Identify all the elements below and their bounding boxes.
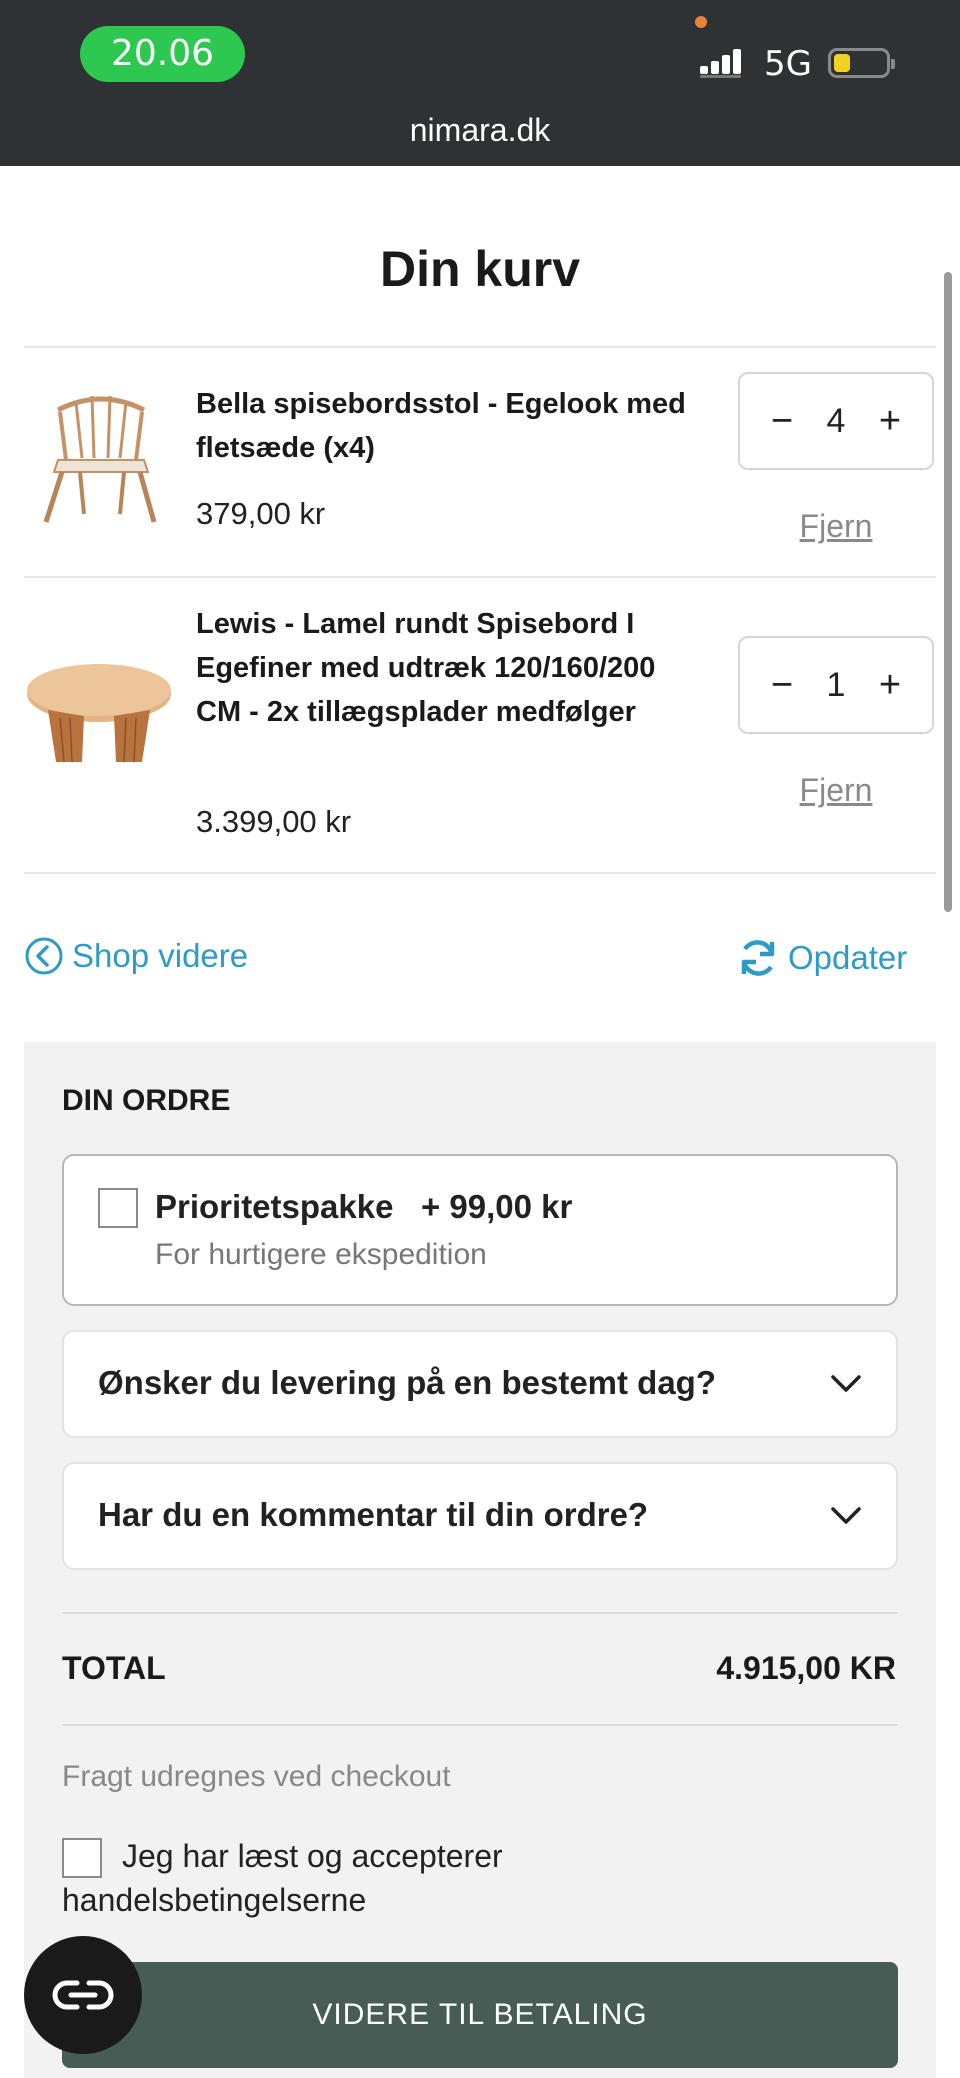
divider: [24, 346, 936, 348]
decrease-button[interactable]: −: [764, 400, 800, 443]
priority-price: + 99,00 kr: [420, 1188, 573, 1225]
priority-subtitle: For hurtigere ekspedition: [155, 1238, 487, 1271]
product-price: 379,00 kr: [196, 496, 326, 531]
chat-widget-icon: [52, 1980, 114, 2010]
page-scrollbar[interactable]: [944, 272, 952, 912]
privacy-indicator-dot: [695, 16, 707, 28]
quantity-value: 1: [826, 665, 846, 704]
order-comment-label[interactable]: Har du en kommentar til din ordre?: [98, 1496, 648, 1534]
remove-link[interactable]: Fjern: [738, 772, 934, 809]
signal-icon: [700, 49, 741, 78]
chevron-down-icon[interactable]: [830, 1506, 862, 1526]
table-icon[interactable]: [24, 660, 174, 770]
chair-icon[interactable]: [36, 380, 166, 530]
network-type: 5G: [764, 44, 812, 84]
product-price: 3.399,00 kr: [196, 804, 352, 839]
divider: [24, 576, 936, 578]
divider: [62, 1724, 898, 1726]
chevron-down-icon[interactable]: [830, 1374, 862, 1394]
terms-label[interactable]: Jeg har læst og accepterer handelsbeting…: [62, 1834, 762, 1922]
chat-widget-button[interactable]: [24, 1936, 142, 2054]
quantity-stepper[interactable]: − 1 +: [738, 636, 934, 734]
shop-more-label[interactable]: Shop videre: [72, 937, 248, 975]
priority-package-option[interactable]: [62, 1154, 898, 1306]
priority-title: Prioritetspakke + 99,00 kr: [155, 1188, 572, 1226]
increase-button[interactable]: +: [872, 664, 908, 707]
remove-link[interactable]: Fjern: [738, 508, 934, 545]
chevron-left-circle-icon: [25, 937, 63, 975]
priority-checkbox[interactable]: [98, 1188, 138, 1228]
divider: [24, 872, 936, 874]
quantity-stepper[interactable]: − 4 +: [738, 372, 934, 470]
status-bar: 20.06 5G nimara.dk: [0, 0, 960, 166]
increase-button[interactable]: +: [872, 400, 908, 443]
update-link[interactable]: Opdater: [736, 936, 907, 980]
decrease-button[interactable]: −: [764, 664, 800, 707]
product-name[interactable]: Lewis - Lamel rundt Spisebord I Egefiner…: [196, 602, 696, 734]
order-heading: DIN ORDRE: [62, 1084, 231, 1117]
battery-icon: [828, 48, 895, 78]
update-label[interactable]: Opdater: [788, 939, 907, 977]
total-label: TOTAL: [62, 1650, 166, 1686]
status-time: 20.06: [80, 26, 245, 82]
quantity-value: 4: [826, 401, 846, 440]
refresh-icon: [741, 940, 775, 976]
freight-note: Fragt udregnes ved checkout: [62, 1760, 451, 1793]
total-value: 4.915,00 KR: [716, 1650, 896, 1686]
priority-name: Prioritetspakke: [155, 1188, 394, 1225]
shop-more-link[interactable]: Shop videre: [24, 936, 248, 976]
checkout-button[interactable]: VIDERE TIL BETALING: [62, 1962, 898, 2068]
delivery-day-label[interactable]: Ønsker du levering på en bestemt dag?: [98, 1364, 716, 1402]
product-name[interactable]: Bella spisebordsstol - Egelook med flets…: [196, 382, 696, 470]
divider: [62, 1612, 898, 1614]
page-title: Din kurv: [379, 241, 581, 297]
url-label[interactable]: nimara.dk: [0, 112, 960, 149]
